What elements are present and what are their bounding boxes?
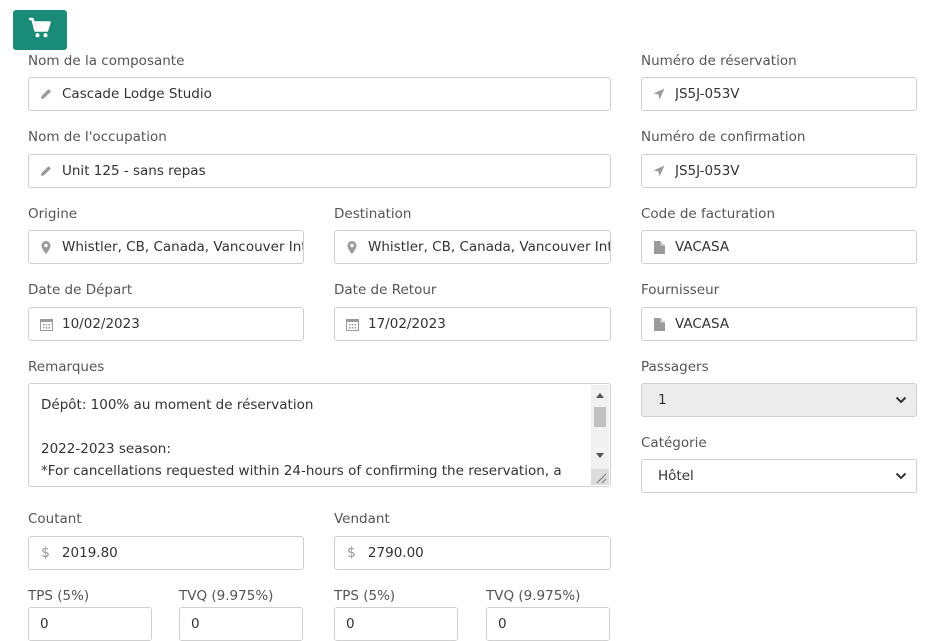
cost-label: Coutant bbox=[28, 511, 82, 527]
cost-field[interactable]: $ 2019.80 bbox=[28, 536, 304, 570]
reservation-number-value: JS5J-053V bbox=[675, 86, 740, 102]
tvq-selling-label: TVQ (9.975%) bbox=[486, 588, 581, 604]
return-date-label: Date de Retour bbox=[334, 282, 437, 298]
tvq-selling-field[interactable]: 0 bbox=[486, 607, 610, 641]
passengers-label: Passagers bbox=[641, 359, 709, 375]
map-marker-icon bbox=[345, 240, 359, 254]
chevron-down-icon bbox=[895, 468, 907, 484]
remarks-textarea[interactable]: Dépôt: 100% au moment de réservation 202… bbox=[28, 383, 611, 487]
supplier-label: Fournisseur bbox=[641, 282, 720, 298]
selling-label: Vendant bbox=[334, 511, 390, 527]
tvq-cost-value: 0 bbox=[191, 616, 200, 632]
category-value: Hôtel bbox=[658, 468, 694, 484]
tps-selling-label: TPS (5%) bbox=[334, 588, 396, 604]
component-name-field[interactable]: Cascade Lodge Studio bbox=[28, 77, 611, 111]
departure-date-field[interactable]: 10/02/2023 bbox=[28, 307, 304, 341]
file-icon bbox=[652, 317, 666, 331]
supplier-value: VACASA bbox=[675, 316, 730, 332]
tps-selling-value: 0 bbox=[346, 616, 355, 632]
location-arrow-icon bbox=[652, 87, 666, 101]
component-name-label: Nom de la composante bbox=[28, 53, 185, 69]
tvq-selling-value: 0 bbox=[498, 616, 507, 632]
origin-value: Whistler, CB, Canada, Vancouver Internat… bbox=[62, 239, 303, 255]
origin-field[interactable]: Whistler, CB, Canada, Vancouver Internat… bbox=[28, 230, 304, 264]
tps-selling-field[interactable]: 0 bbox=[334, 607, 458, 641]
calendar-icon bbox=[345, 317, 359, 331]
location-arrow-icon bbox=[652, 164, 666, 178]
remarks-scrollbar[interactable] bbox=[591, 385, 609, 485]
file-icon bbox=[652, 240, 666, 254]
supplier-field[interactable]: VACASA bbox=[641, 307, 917, 341]
billing-code-field[interactable]: VACASA bbox=[641, 230, 917, 264]
remarks-label: Remarques bbox=[28, 359, 105, 375]
return-date-value: 17/02/2023 bbox=[368, 316, 446, 332]
passengers-value: 1 bbox=[658, 392, 667, 408]
chevron-down-icon bbox=[895, 392, 907, 408]
occupation-name-label: Nom de l'occupation bbox=[28, 129, 167, 145]
destination-label: Destination bbox=[334, 206, 412, 222]
passengers-select[interactable]: 1 bbox=[641, 383, 917, 417]
resize-handle-icon[interactable] bbox=[591, 469, 609, 485]
pencil-icon bbox=[39, 87, 53, 101]
component-name-value: Cascade Lodge Studio bbox=[62, 86, 212, 102]
category-label: Catégorie bbox=[641, 435, 707, 451]
tvq-cost-label: TVQ (9.975%) bbox=[179, 588, 274, 604]
remarks-value: Dépôt: 100% au moment de réservation 202… bbox=[41, 397, 562, 486]
cart-button[interactable] bbox=[13, 10, 67, 50]
scroll-down-icon[interactable] bbox=[591, 447, 609, 463]
origin-label: Origine bbox=[28, 206, 78, 222]
return-date-field[interactable]: 17/02/2023 bbox=[334, 307, 611, 341]
confirmation-number-value: JS5J-053V bbox=[675, 163, 740, 179]
billing-code-label: Code de facturation bbox=[641, 206, 775, 222]
reservation-number-label: Numéro de réservation bbox=[641, 53, 797, 69]
departure-date-label: Date de Départ bbox=[28, 282, 133, 298]
scroll-up-icon[interactable] bbox=[591, 387, 609, 403]
pencil-icon bbox=[39, 164, 53, 178]
billing-code-value: VACASA bbox=[675, 239, 730, 255]
tps-cost-value: 0 bbox=[40, 616, 49, 632]
departure-date-value: 10/02/2023 bbox=[62, 316, 140, 332]
dollar-icon: $ bbox=[41, 545, 50, 561]
occupation-name-value: Unit 125 - sans repas bbox=[62, 163, 206, 179]
tvq-cost-field[interactable]: 0 bbox=[179, 607, 303, 641]
tps-cost-label: TPS (5%) bbox=[28, 588, 90, 604]
confirmation-number-label: Numéro de confirmation bbox=[641, 129, 806, 145]
dollar-icon: $ bbox=[347, 545, 356, 561]
category-select[interactable]: Hôtel bbox=[641, 459, 917, 493]
cost-value: 2019.80 bbox=[61, 545, 118, 561]
scrollbar-thumb[interactable] bbox=[594, 407, 606, 427]
destination-value: Whistler, CB, Canada, Vancouver Internat… bbox=[368, 239, 610, 255]
map-marker-icon bbox=[39, 240, 53, 254]
selling-field[interactable]: $ 2790.00 bbox=[334, 536, 611, 570]
selling-value: 2790.00 bbox=[367, 545, 424, 561]
calendar-icon bbox=[39, 317, 53, 331]
occupation-name-field[interactable]: Unit 125 - sans repas bbox=[28, 154, 611, 188]
confirmation-number-field[interactable]: JS5J-053V bbox=[641, 154, 917, 188]
tps-cost-field[interactable]: 0 bbox=[28, 607, 152, 641]
reservation-number-field[interactable]: JS5J-053V bbox=[641, 77, 917, 111]
cart-icon bbox=[28, 17, 52, 43]
destination-field[interactable]: Whistler, CB, Canada, Vancouver Internat… bbox=[334, 230, 611, 264]
